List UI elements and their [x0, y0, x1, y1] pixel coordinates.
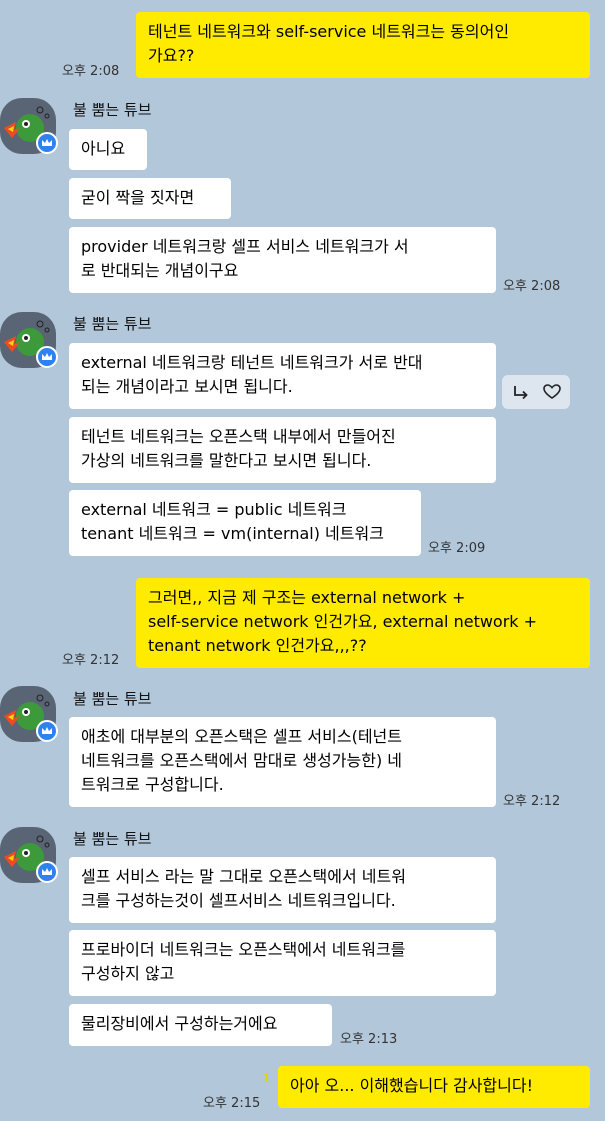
crown-badge-icon [36, 861, 58, 883]
unread-count: 1 [263, 1072, 270, 1085]
message-bubble-outgoing[interactable]: 테넌트 네트워크와 self-service 네트워크는 동의어인 가요?? [136, 12, 590, 78]
message-line: provider 네트워크랑 셀프 서비스 네트워크가 서 [81, 237, 409, 256]
message-timestamp: 오후 2:08 [503, 279, 561, 294]
heart-icon[interactable] [542, 382, 562, 402]
message-bubble-incoming[interactable]: provider 네트워크랑 셀프 서비스 네트워크가 서 로 반대되는 개념이… [69, 227, 496, 293]
message-line: 네트워크를 오픈스택에서 맘대로 생성가능한) 네 [81, 751, 402, 770]
message-bubble-incoming[interactable]: 굳이 짝을 짓자면 [69, 178, 231, 219]
message-bubble-outgoing[interactable]: 아아 오... 이해했습니다 감사합니다! [278, 1066, 590, 1108]
message-line: 크를 구성하는것이 셀프서비스 네트워크입니다. [81, 891, 396, 910]
message-line: 테넌트 네트워크와 self-service 네트워크는 동의어인 [148, 22, 510, 41]
message-line: 애초에 대부분의 오픈스택은 셀프 서비스(테넌트 [81, 727, 402, 746]
message-bubble-incoming[interactable]: 물리장비에서 구성하는거에요 [69, 1004, 332, 1046]
message-line: self-service network 인건가요, external netw… [148, 612, 538, 631]
crown-badge-icon [36, 720, 58, 742]
message-line: 아니요 [81, 139, 126, 158]
message-actions [502, 375, 570, 409]
message-timestamp: 오후 2:12 [503, 794, 561, 809]
avatar[interactable] [0, 312, 58, 368]
message-bubble-incoming[interactable]: 셀프 서비스 라는 말 그대로 오픈스택에서 네트워 크를 구성하는것이 셀프서… [69, 857, 496, 923]
message-line: 그러면,, 지금 제 구조는 external network + [148, 588, 466, 607]
message-line: 로 반대되는 개념이구요 [81, 261, 239, 280]
avatar[interactable] [0, 686, 58, 742]
message-line: 가상의 네트워크를 말한다고 보시면 됩니다. [81, 451, 372, 470]
avatar[interactable] [0, 827, 58, 883]
crown-badge-icon [36, 346, 58, 368]
sender-name: 불 뿜는 튜브 [73, 101, 152, 119]
crown-badge-icon [36, 132, 58, 154]
message-bubble-incoming[interactable]: 아니요 [69, 129, 147, 170]
sender-name: 불 뿜는 튜브 [73, 690, 152, 708]
message-line: 되는 개념이라고 보시면 됩니다. [81, 377, 293, 396]
reply-arrow-icon[interactable] [511, 382, 531, 402]
message-bubble-incoming[interactable]: external 네트워크랑 테넌트 네트워크가 서로 반대 되는 개념이라고 … [69, 343, 496, 409]
sender-name: 불 뿜는 튜브 [73, 315, 152, 333]
avatar[interactable] [0, 98, 58, 154]
message-timestamp: 오후 2:15 [203, 1096, 261, 1111]
message-line: 굳이 짝을 짓자면 [81, 188, 195, 207]
message-timestamp: 오후 2:13 [340, 1032, 398, 1047]
message-bubble-incoming[interactable]: 프로바이더 네트워크는 오픈스택에서 네트워크를 구성하지 않고 [69, 930, 496, 996]
message-line: 트워크로 구성합니다. [81, 775, 224, 794]
message-line: external 네트워크 = public 네트워크 [81, 500, 347, 519]
message-line: 테넌트 네트워크는 오픈스택 내부에서 만들어진 [81, 427, 396, 446]
message-bubble-incoming[interactable]: 테넌트 네트워크는 오픈스택 내부에서 만들어진 가상의 네트워크를 말한다고 … [69, 417, 496, 483]
message-line: 물리장비에서 구성하는거에요 [81, 1014, 278, 1033]
message-line: 가요?? [148, 46, 195, 65]
message-bubble-outgoing[interactable]: 그러면,, 지금 제 구조는 external network + self-s… [136, 578, 590, 668]
message-bubble-incoming[interactable]: external 네트워크 = public 네트워크 tenant 네트워크 … [69, 490, 421, 556]
message-timestamp: 오후 2:08 [62, 64, 120, 79]
sender-name: 불 뿜는 튜브 [73, 830, 152, 848]
message-timestamp: 오후 2:09 [428, 541, 486, 556]
message-line: 아아 오... 이해했습니다 감사합니다! [290, 1076, 534, 1095]
message-timestamp: 오후 2:12 [62, 653, 120, 668]
message-line: 셀프 서비스 라는 말 그대로 오픈스택에서 네트워 [81, 867, 406, 886]
message-line: tenant 네트워크 = vm(internal) 네트워크 [81, 524, 384, 543]
message-line: tenant network 인건가요,,,?? [148, 636, 367, 655]
message-line: external 네트워크랑 테넌트 네트워크가 서로 반대 [81, 353, 423, 372]
message-line: 프로바이더 네트워크는 오픈스택에서 네트워크를 [81, 940, 406, 959]
message-bubble-incoming[interactable]: 애초에 대부분의 오픈스택은 셀프 서비스(테넌트 네트워크를 오픈스택에서 맘… [69, 717, 496, 807]
message-line: 구성하지 않고 [81, 964, 175, 983]
